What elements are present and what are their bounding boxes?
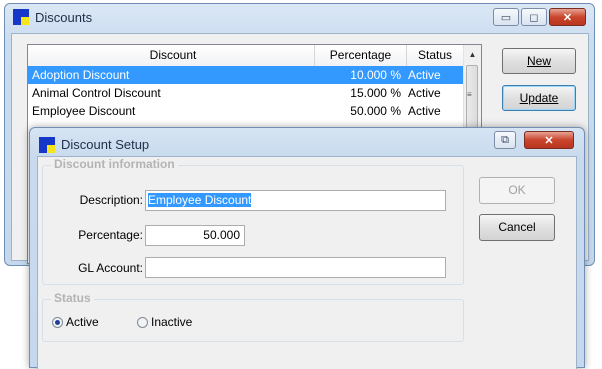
description-label: Description:: [79, 193, 143, 207]
maximize-button[interactable]: ◻: [521, 8, 547, 26]
cancel-button-label: Cancel: [498, 220, 536, 234]
setup-dialog-title: Discount Setup: [61, 137, 150, 152]
description-value: Employee Discount: [148, 193, 252, 207]
cell-percentage: 10.000 %: [350, 68, 401, 82]
cell-percentage: 50.000 %: [350, 104, 401, 118]
inactive-radio[interactable]: Inactive: [137, 315, 192, 329]
app-icon: [13, 9, 29, 25]
restore-icon: ⧉: [501, 133, 509, 146]
scroll-up-icon[interactable]: ▲: [464, 45, 481, 65]
percentage-label: Percentage:: [78, 228, 143, 242]
ok-button-label: OK: [508, 183, 526, 197]
new-button-label: New: [526, 54, 551, 68]
minimize-icon: ▭: [500, 11, 512, 24]
list-header: Discount Percentage Status: [28, 45, 464, 67]
column-header-percentage[interactable]: Percentage: [315, 45, 407, 66]
ok-button[interactable]: OK: [479, 177, 555, 204]
discounts-titlebar[interactable]: Discounts ▭ ◻ ✕: [5, 4, 594, 30]
description-input[interactable]: Employee Discount: [145, 190, 446, 211]
setup-titlebar[interactable]: Discount Setup ⧉ ✕: [30, 128, 584, 154]
active-radio[interactable]: Active: [52, 315, 99, 329]
close-button[interactable]: ✕: [549, 8, 586, 26]
column-header-status[interactable]: Status: [407, 45, 464, 66]
minimize-button[interactable]: ▭: [493, 8, 519, 26]
status-group: Status: [42, 291, 464, 342]
status-legend: Status: [51, 291, 94, 305]
table-row[interactable]: Employee Discount 50.000 % Active: [28, 102, 464, 120]
radio-checked-icon: [52, 316, 63, 328]
discounts-window-title: Discounts: [35, 10, 93, 25]
new-button[interactable]: New: [502, 48, 576, 74]
setup-client-area: Discount information Description: Employ…: [37, 156, 577, 369]
dialog-app-icon: [39, 137, 55, 153]
cell-status: Active: [408, 104, 441, 118]
gl-account-input[interactable]: [145, 257, 446, 278]
close-icon: ✕: [562, 11, 573, 24]
cell-status: Active: [408, 68, 441, 82]
dialog-close-icon: ✕: [544, 134, 554, 147]
column-header-discount[interactable]: Discount: [28, 45, 315, 66]
discount-information-legend: Discount information: [51, 157, 178, 171]
inactive-radio-label: Inactive: [151, 315, 193, 329]
update-button[interactable]: Update: [502, 85, 576, 111]
dialog-close-button[interactable]: ✕: [524, 131, 574, 149]
cell-discount: Adoption Discount: [32, 68, 130, 82]
percentage-input[interactable]: 50.000: [145, 225, 245, 246]
cancel-button[interactable]: Cancel: [479, 214, 555, 241]
discount-setup-dialog: Discount Setup ⧉ ✕ Discount information …: [29, 127, 585, 369]
update-button-label: Update: [519, 91, 559, 105]
maximize-icon: ◻: [529, 11, 539, 24]
restore-button[interactable]: ⧉: [494, 131, 516, 149]
table-row[interactable]: Animal Control Discount 15.000 % Active: [28, 84, 464, 102]
active-radio-label: Active: [66, 315, 99, 329]
cell-discount: Employee Discount: [32, 104, 136, 118]
gl-account-label: GL Account:: [78, 261, 143, 275]
cell-status: Active: [408, 86, 441, 100]
table-row[interactable]: Adoption Discount 10.000 % Active: [28, 66, 464, 84]
list-rows: Adoption Discount 10.000 % Active Animal…: [28, 66, 464, 120]
percentage-value: 50.000: [203, 228, 240, 242]
cell-percentage: 15.000 %: [350, 86, 401, 100]
radio-unchecked-icon: [137, 316, 148, 328]
cell-discount: Animal Control Discount: [32, 86, 161, 100]
scroll-grip-icon: ≡: [467, 90, 472, 99]
